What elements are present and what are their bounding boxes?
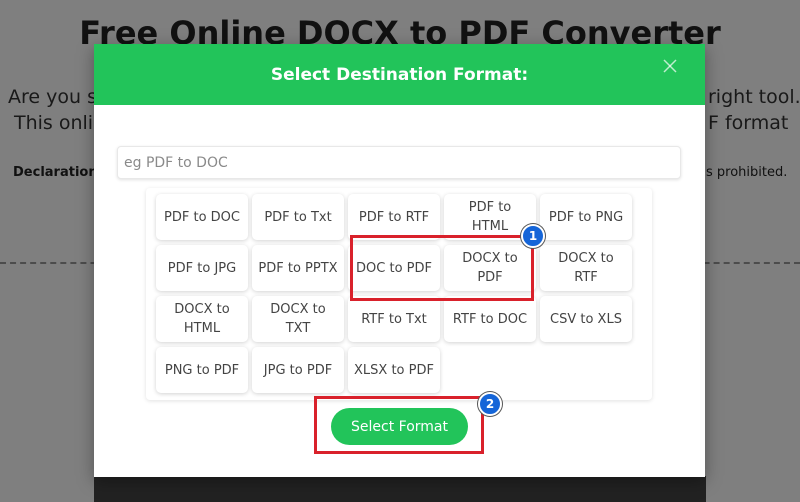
- format-csv-to-xls[interactable]: CSV to XLS: [540, 296, 632, 342]
- format-docx-to-txt[interactable]: DOCX to TXT: [252, 296, 344, 342]
- format-docx-to-html[interactable]: DOCX to HTML: [156, 296, 248, 342]
- format-pdf-to-doc[interactable]: PDF to DOC: [156, 194, 248, 240]
- format-pdf-to-pptx[interactable]: PDF to PPTX: [252, 245, 344, 291]
- highlight-select-button: [314, 396, 484, 454]
- modal-title: Select Destination Format:: [270, 64, 529, 85]
- modal-header: Select Destination Format:: [94, 44, 705, 105]
- close-icon[interactable]: [662, 58, 678, 74]
- format-docx-to-rtf[interactable]: DOCX to RTF: [540, 245, 632, 291]
- format-jpg-to-pdf[interactable]: JPG to PDF: [252, 347, 344, 393]
- format-pdf-to-rtf[interactable]: PDF to RTF: [348, 194, 440, 240]
- highlight-docx-formats: [350, 235, 534, 301]
- format-search-input[interactable]: [117, 146, 681, 179]
- format-pdf-to-txt[interactable]: PDF to Txt: [252, 194, 344, 240]
- format-rtf-to-doc[interactable]: RTF to DOC: [444, 296, 536, 342]
- format-xlsx-to-pdf[interactable]: XLSX to PDF: [348, 347, 440, 393]
- step-badge-1: 1: [521, 224, 545, 248]
- step-badge-2: 2: [478, 392, 502, 416]
- format-rtf-to-txt[interactable]: RTF to Txt: [348, 296, 440, 342]
- format-pdf-to-jpg[interactable]: PDF to JPG: [156, 245, 248, 291]
- format-pdf-to-png[interactable]: PDF to PNG: [540, 194, 632, 240]
- format-png-to-pdf[interactable]: PNG to PDF: [156, 347, 248, 393]
